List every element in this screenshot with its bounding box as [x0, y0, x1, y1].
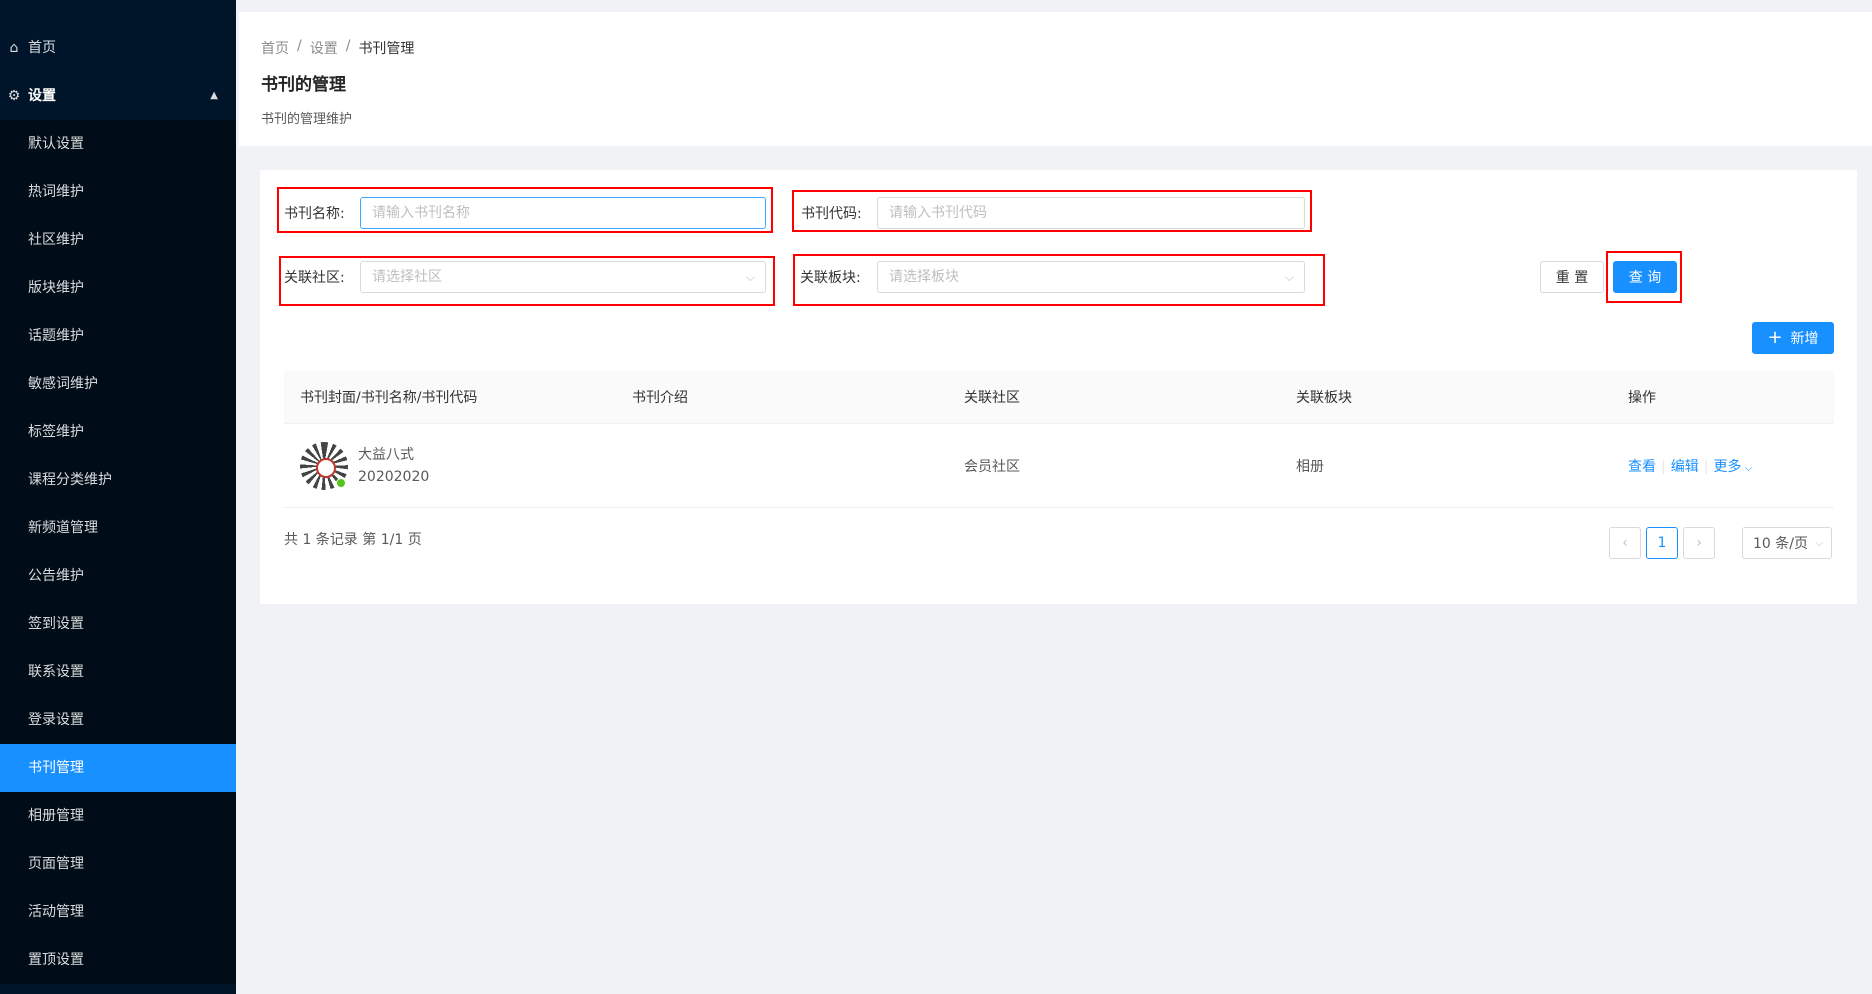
breadcrumb: 首页 / 设置 / 书刊管理 — [261, 38, 414, 58]
sidebar-item-label: 社区维护 — [28, 232, 84, 248]
breadcrumb-home[interactable]: 首页 — [261, 38, 289, 58]
cover-image[interactable] — [300, 441, 348, 490]
status-dot — [336, 477, 346, 488]
breadcrumb-current: 书刊管理 — [358, 41, 415, 57]
chevron-up-icon: ▲ — [210, 90, 218, 101]
reset-button[interactable]: 重 置 — [1540, 261, 1604, 293]
sidebar-item-label: 标签维护 — [28, 424, 84, 440]
gear-icon: ⚙ — [7, 88, 21, 104]
sidebar-item-label: 新频道管理 — [28, 520, 98, 536]
sidebar-item[interactable]: 登录设置 — [0, 696, 236, 744]
main-content: 首页 / 设置 / 书刊管理 书刊的管理 书刊的管理维护 书刊名称: 请输入书刊… — [236, 0, 1872, 994]
book-code: 20202020 — [358, 468, 430, 485]
chevron-left-icon: ‹ — [1622, 535, 1628, 551]
sidebar-item-label: 敏感词维护 — [28, 376, 98, 392]
sidebar-group-settings[interactable]: ⚙ 设置 ▲ — [0, 72, 236, 120]
table-row: 大益八式 20202020 会员社区 相册 查看 | 编辑 | 更多 ⌵ — [284, 424, 1834, 508]
sidebar-item-label: 置顶设置 — [28, 952, 84, 968]
page-title: 书刊的管理 — [261, 75, 346, 95]
sidebar-item[interactable]: 公告维护 — [0, 552, 236, 600]
page-number[interactable]: 1 — [1646, 527, 1678, 559]
page-size-label: 10 条/页 — [1753, 536, 1808, 552]
divider: | — [1661, 458, 1666, 475]
sidebar-item[interactable]: 敏感词维护 — [0, 360, 236, 408]
breadcrumb-separator: / — [345, 38, 351, 54]
sidebar-top — [0, 0, 236, 24]
sidebar-item-label: 联系设置 — [28, 664, 84, 680]
sidebar-item[interactable]: 课程分类维护 — [0, 456, 236, 504]
sidebar-item-label: 首页 — [28, 40, 56, 56]
sidebar-item-label: 课程分类维护 — [28, 472, 112, 488]
page-header: 首页 / 设置 / 书刊管理 书刊的管理 书刊的管理维护 — [239, 12, 1872, 146]
sidebar-item[interactable]: 页面管理 — [0, 840, 236, 888]
sidebar-item[interactable]: 版块维护 — [0, 264, 236, 312]
chevron-down-icon: ⌵ — [1815, 537, 1823, 549]
column-header: 关联板块 — [1296, 389, 1352, 406]
page-description: 书刊的管理维护 — [261, 112, 353, 127]
sidebar-item[interactable]: 标签维护 — [0, 408, 236, 456]
row-actions: 查看 | 编辑 | 更多 ⌵ — [1628, 456, 1752, 476]
sidebar-item-label: 版块维护 — [28, 280, 84, 296]
sidebar-item[interactable]: 活动管理 — [0, 888, 236, 936]
highlight-box — [277, 187, 773, 233]
sidebar-item[interactable]: 默认设置 — [0, 120, 236, 168]
data-table: 书刊封面/书刊名称/书刊代码 书刊介绍 关联社区 关联板块 操作 大益八式 20… — [284, 370, 1834, 508]
sidebar-item-label: 默认设置 — [28, 136, 84, 152]
column-header: 操作 — [1628, 389, 1656, 406]
sidebar-item[interactable]: 新频道管理 — [0, 504, 236, 552]
book-name: 大益八式 — [358, 446, 414, 463]
book-block: 相册 — [1296, 458, 1324, 475]
sidebar-item-label: 页面管理 — [28, 856, 84, 872]
sidebar-item-label: 设置 — [28, 88, 56, 104]
plus-icon: + — [1767, 327, 1783, 348]
highlight-box — [793, 254, 1325, 306]
pagination-summary: 共 1 条记录 第 1/1 页 — [284, 532, 422, 548]
sidebar-item[interactable]: 置顶设置 — [0, 936, 236, 984]
highlight-box — [792, 190, 1312, 232]
home-icon: ⌂ — [9, 40, 19, 56]
divider: | — [1703, 458, 1709, 475]
page-size-select[interactable]: 10 条/页 ⌵ — [1742, 527, 1832, 559]
add-button-label: 新增 — [1790, 331, 1819, 347]
chevron-down-icon: ⌵ — [1741, 462, 1753, 474]
sidebar-item-label: 相册管理 — [28, 808, 84, 824]
edit-link[interactable]: 编辑 — [1671, 459, 1699, 475]
sidebar-item[interactable]: 联系设置 — [0, 648, 236, 696]
name-code-stack: 大益八式 20202020 — [358, 444, 429, 488]
sidebar-item-label: 话题维护 — [28, 328, 84, 344]
more-dropdown[interactable]: 更多 ⌵ — [1713, 459, 1752, 475]
sidebar-item[interactable]: 相册管理 — [0, 792, 236, 840]
sidebar-item-home[interactable]: ⌂ 首页 — [0, 24, 236, 72]
breadcrumb-settings[interactable]: 设置 — [310, 38, 338, 58]
sidebar-item-label: 热词维护 — [28, 184, 84, 200]
sidebar-item-label: 公告维护 — [28, 568, 84, 584]
chevron-right-icon: › — [1696, 535, 1702, 551]
next-page-button[interactable]: › — [1683, 527, 1715, 559]
table-header: 书刊封面/书刊名称/书刊代码 书刊介绍 关联社区 关联板块 操作 — [284, 370, 1834, 424]
highlight-box — [279, 256, 775, 306]
sidebar-item-label: 活动管理 — [28, 904, 84, 920]
sidebar-item-label: 书刊管理 — [28, 760, 84, 776]
column-header: 关联社区 — [964, 389, 1020, 406]
add-button[interactable]: + 新增 — [1752, 322, 1834, 354]
view-link[interactable]: 查看 — [1628, 459, 1656, 475]
settings-submenu: 默认设置热词维护社区维护版块维护话题维护敏感词维护标签维护课程分类维护 新频道管理… — [0, 120, 236, 984]
sidebar-item-label: 登录设置 — [28, 712, 84, 728]
breadcrumb-separator: / — [297, 38, 302, 54]
more-label: 更多 — [1713, 458, 1742, 475]
sidebar-item[interactable]: 书刊管理 — [0, 744, 236, 792]
content-card: 书刊名称: 请输入书刊名称 书刊代码: 请输入书刊代码 关联社区: 请选择社区 … — [260, 170, 1857, 604]
highlight-box — [1606, 251, 1682, 303]
prev-page-button[interactable]: ‹ — [1609, 527, 1641, 559]
sidebar-item-label: 签到设置 — [28, 616, 84, 632]
column-header: 书刊封面/书刊名称/书刊代码 — [300, 389, 478, 406]
sidebar: ⌂ 首页 ⚙ 设置 ▲ 默认设置热词维护社区维护版块维护话题维护敏感词维护标签维… — [0, 0, 236, 994]
book-community: 会员社区 — [964, 458, 1020, 475]
cover-name-cell: 大益八式 20202020 — [300, 441, 429, 490]
sidebar-item[interactable]: 话题维护 — [0, 312, 236, 360]
sidebar-item[interactable]: 热词维护 — [0, 168, 236, 216]
column-header: 书刊介绍 — [632, 389, 688, 406]
sidebar-item[interactable]: 签到设置 — [0, 600, 236, 648]
sidebar-item[interactable]: 社区维护 — [0, 216, 236, 264]
